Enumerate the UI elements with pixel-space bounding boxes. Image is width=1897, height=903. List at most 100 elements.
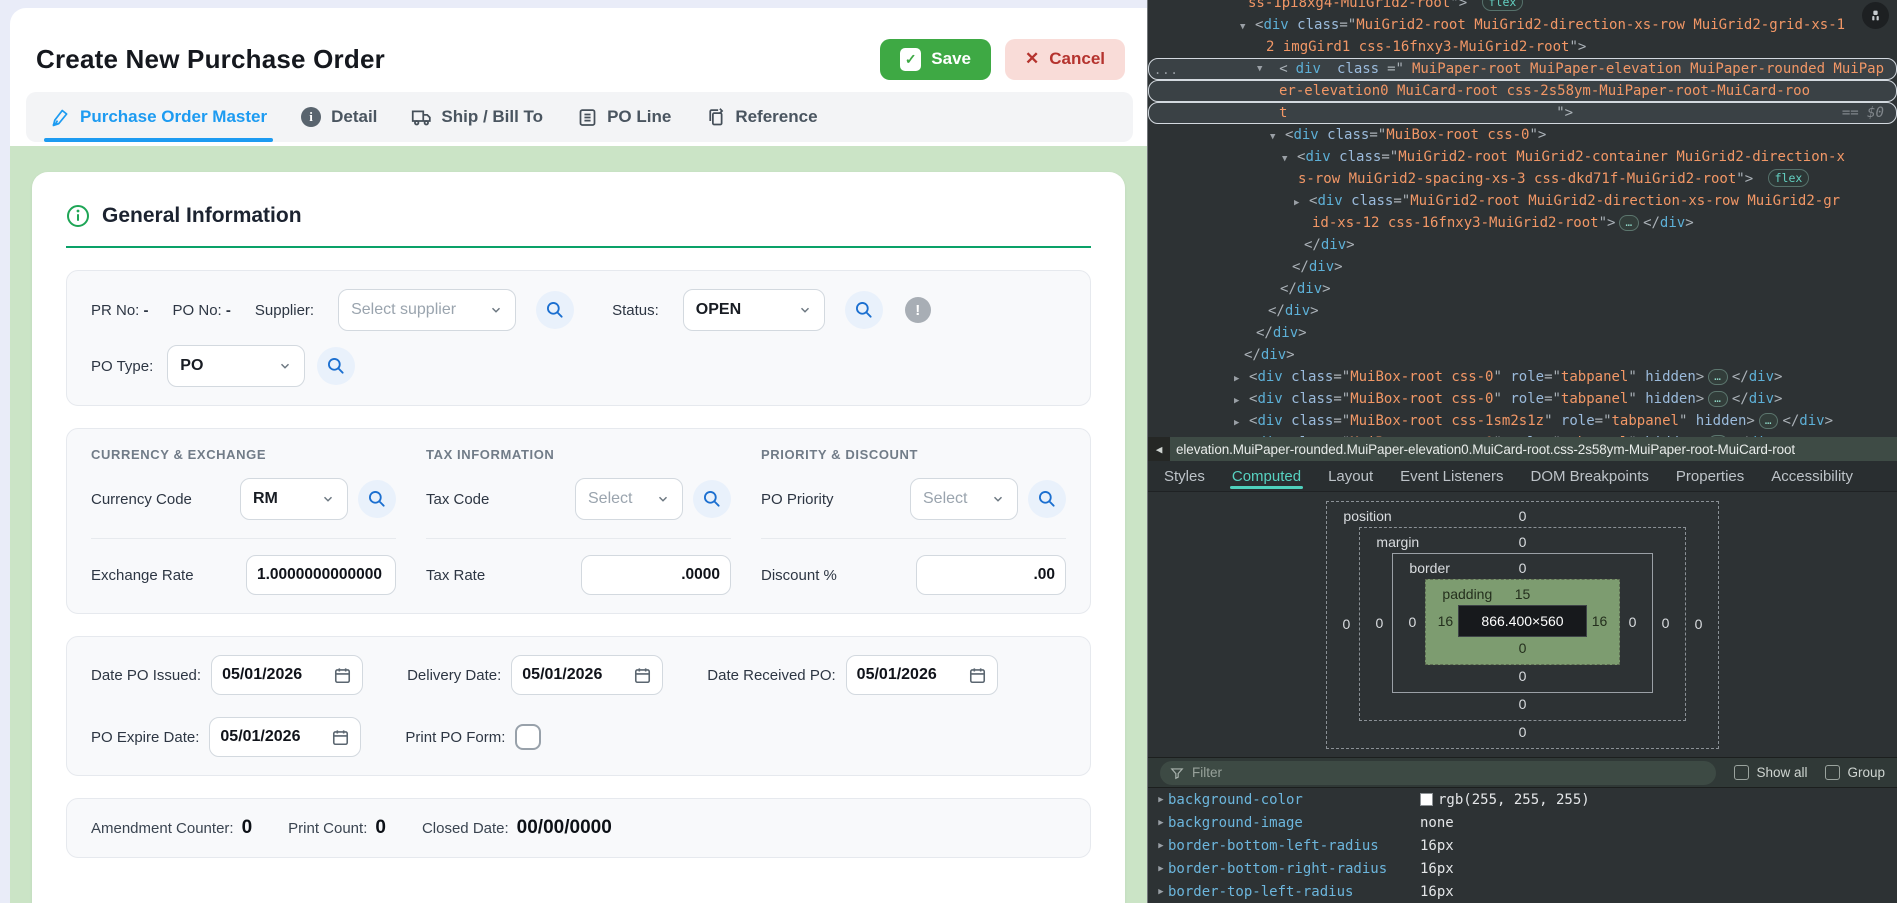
dom-tree-node[interactable]: </div>: [1148, 256, 1897, 278]
dom-tree-node[interactable]: </div>: [1148, 278, 1897, 300]
computed-property-row[interactable]: ▶border-top-left-radius16px: [1148, 880, 1897, 903]
devtools-tab-accessibility[interactable]: Accessibility: [1771, 461, 1853, 491]
exchange-rate-input[interactable]: 1.0000000000000: [246, 555, 396, 595]
currency-search-button[interactable]: [358, 480, 396, 518]
dom-tree-node[interactable]: </div>: [1148, 344, 1897, 366]
computed-property-row[interactable]: ▶background-imagenone: [1148, 811, 1897, 834]
collapsed-content-icon[interactable]: …: [1619, 215, 1639, 231]
computed-property-row[interactable]: ▶border-bottom-left-radius16px: [1148, 834, 1897, 857]
devtools-elements-tree[interactable]: ss-1pi8xg4-MuiGrid2-root"> flex▼<div cla…: [1148, 0, 1897, 437]
po-expire-input[interactable]: 05/01/2026: [209, 717, 361, 757]
calendar-icon[interactable]: [633, 666, 652, 685]
dom-tree-node[interactable]: ▼<div class="MuiBox-root css-0">: [1148, 124, 1897, 146]
computed-property-row[interactable]: ▶border-bottom-right-radius16px: [1148, 857, 1897, 880]
dom-tree-node[interactable]: ▶<div class="MuiBox-root css-0" role="ta…: [1148, 388, 1897, 410]
discount-input[interactable]: .00: [916, 555, 1066, 595]
box-model-position[interactable]: position0 0 margin0 0 border0 0 padding1…: [1326, 501, 1718, 749]
status-select[interactable]: OPEN: [683, 289, 825, 331]
expand-arrow-closed-icon[interactable]: ▶: [1234, 390, 1249, 412]
computed-property-row[interactable]: ▶background-colorrgb(255, 255, 255): [1148, 788, 1897, 811]
group-checkbox[interactable]: [1825, 765, 1840, 780]
dom-tree-node[interactable]: ▼<div class="MuiGrid2-root MuiGrid2-cont…: [1148, 146, 1897, 168]
box-model-padding[interactable]: padding15 16 866.400×560 16 0: [1425, 579, 1619, 665]
tab-ship-bill-to[interactable]: Ship / Bill To: [411, 92, 543, 142]
filter-input[interactable]: Filter: [1160, 761, 1716, 785]
collapsed-content-icon[interactable]: …: [1708, 391, 1728, 407]
supplier-search-button[interactable]: [536, 291, 574, 329]
devtools-tab-event-listeners[interactable]: Event Listeners: [1400, 461, 1503, 491]
devtools-tab-dom-breakpoints[interactable]: DOM Breakpoints: [1531, 461, 1649, 491]
devtools-tab-properties[interactable]: Properties: [1676, 461, 1744, 491]
tab-detail[interactable]: iDetail: [301, 92, 377, 142]
dom-tree-node-selected[interactable]: t"> == $0: [1148, 102, 1897, 124]
box-model-content[interactable]: 866.400×560: [1458, 605, 1586, 637]
devtools-tab-computed[interactable]: Computed: [1232, 461, 1301, 491]
date-received-input[interactable]: 05/01/2026: [846, 655, 998, 695]
tax-search-button[interactable]: [693, 480, 731, 518]
calendar-icon[interactable]: [968, 666, 987, 685]
collapsed-content-icon[interactable]: …: [1759, 413, 1779, 429]
expand-arrow-closed-icon[interactable]: ▶: [1234, 412, 1249, 434]
margin-bottom: 0: [1368, 693, 1676, 715]
po-priority-select[interactable]: Select: [910, 478, 1018, 520]
margin-label: margin: [1376, 534, 1419, 550]
dom-tree-node[interactable]: s-row MuiGrid2-spacing-xs-3 css-dkd71f-M…: [1148, 168, 1897, 190]
expand-arrow-closed-icon[interactable]: ▶: [1234, 368, 1249, 390]
dom-tree-node[interactable]: ▶<div class="MuiGrid2-root MuiGrid2-dire…: [1148, 190, 1897, 212]
scroll-indicator-button[interactable]: [1862, 2, 1889, 29]
devtools-tab-layout[interactable]: Layout: [1328, 461, 1373, 491]
expand-arrow-open-icon[interactable]: ▼: [1282, 148, 1297, 170]
dom-tree-node[interactable]: </div>: [1148, 234, 1897, 256]
dom-tree-node[interactable]: ▼<div class="MuiGrid2-root MuiGrid2-dire…: [1148, 14, 1897, 36]
tab-reference[interactable]: Reference: [705, 92, 817, 142]
devtools-tab-styles[interactable]: Styles: [1164, 461, 1205, 491]
dom-tree-node[interactable]: </div>: [1148, 300, 1897, 322]
po-type-select[interactable]: PO: [167, 345, 305, 387]
print-po-form-checkbox[interactable]: [515, 724, 541, 750]
calendar-icon[interactable]: [333, 666, 352, 685]
expand-arrow-open-icon[interactable]: ▼: [1240, 16, 1255, 38]
expand-arrow-closed-icon[interactable]: ▶: [1294, 192, 1309, 214]
save-button[interactable]: ✓ Save: [880, 39, 991, 80]
tab-po-line[interactable]: PO Line: [577, 92, 671, 142]
dom-tree-node-selected[interactable]: er-elevation0 MuiCard-root css-2s58ym-Mu…: [1148, 80, 1897, 102]
box-model-border[interactable]: border0 0 padding15 16 866.400×560 16: [1392, 553, 1652, 693]
computed-properties-list[interactable]: ▶background-colorrgb(255, 255, 255)▶back…: [1148, 788, 1897, 903]
code-token: >: [1825, 413, 1833, 429]
expand-arrow-open-icon[interactable]: ▼: [1270, 126, 1285, 148]
currency-code-select[interactable]: RM: [240, 478, 348, 520]
calendar-icon[interactable]: [331, 728, 350, 747]
flex-badge[interactable]: flex: [1768, 169, 1810, 187]
dom-tree-node-selected[interactable]: ...▼<div class="MuiPaper-root MuiPaper-e…: [1148, 58, 1897, 80]
expand-arrow-closed-icon[interactable]: ▶: [1154, 795, 1168, 805]
breadcrumb-back-button[interactable]: ◀: [1148, 437, 1170, 461]
search-icon: [367, 489, 387, 509]
po-type-search-button[interactable]: [317, 347, 355, 385]
breadcrumb[interactable]: elevation.MuiPaper-rounded.MuiPaper-elev…: [1170, 442, 1795, 457]
dom-tree-node[interactable]: id-xs-12 css-16fnxy3-MuiGrid2-root">…</d…: [1148, 212, 1897, 234]
priority-search-button[interactable]: [1028, 480, 1066, 518]
flex-badge[interactable]: flex: [1482, 0, 1524, 11]
code-token: ": [1628, 391, 1645, 407]
collapsed-content-icon[interactable]: …: [1708, 369, 1728, 385]
expand-arrow-closed-icon[interactable]: ▶: [1154, 818, 1168, 828]
status-search-button[interactable]: [845, 291, 883, 329]
tab-purchase-order-master[interactable]: Purchase Order Master: [50, 92, 267, 142]
cancel-button[interactable]: ✕ Cancel: [1005, 39, 1125, 80]
dom-tree-node[interactable]: 2 imgGird1 css-16fnxy3-MuiGrid2-root">: [1148, 36, 1897, 58]
dom-tree-node[interactable]: ▶<div class="MuiBox-root css-1sm2s1z" ro…: [1148, 410, 1897, 432]
date-po-issued-input[interactable]: 05/01/2026: [211, 655, 363, 695]
dom-tree-node[interactable]: </div>: [1148, 322, 1897, 344]
supplier-select[interactable]: Select supplier: [338, 289, 516, 331]
delivery-date-input[interactable]: 05/01/2026: [511, 655, 663, 695]
dom-tree-node[interactable]: ▶<div class="MuiBox-root css-0" role="ta…: [1148, 366, 1897, 388]
dom-tree-node[interactable]: ss-1pi8xg4-MuiGrid2-root"> flex: [1148, 0, 1897, 14]
box-model-margin[interactable]: margin0 0 border0 0 padding15 16: [1359, 527, 1685, 721]
tax-rate-input[interactable]: .0000: [581, 555, 731, 595]
show-all-checkbox[interactable]: [1734, 765, 1749, 780]
tax-code-select[interactable]: Select: [575, 478, 683, 520]
expand-arrow-closed-icon[interactable]: ▶: [1154, 841, 1168, 851]
expand-arrow-open-icon[interactable]: ▼: [1257, 58, 1271, 80]
expand-arrow-closed-icon[interactable]: ▶: [1154, 887, 1168, 897]
expand-arrow-closed-icon[interactable]: ▶: [1154, 864, 1168, 874]
